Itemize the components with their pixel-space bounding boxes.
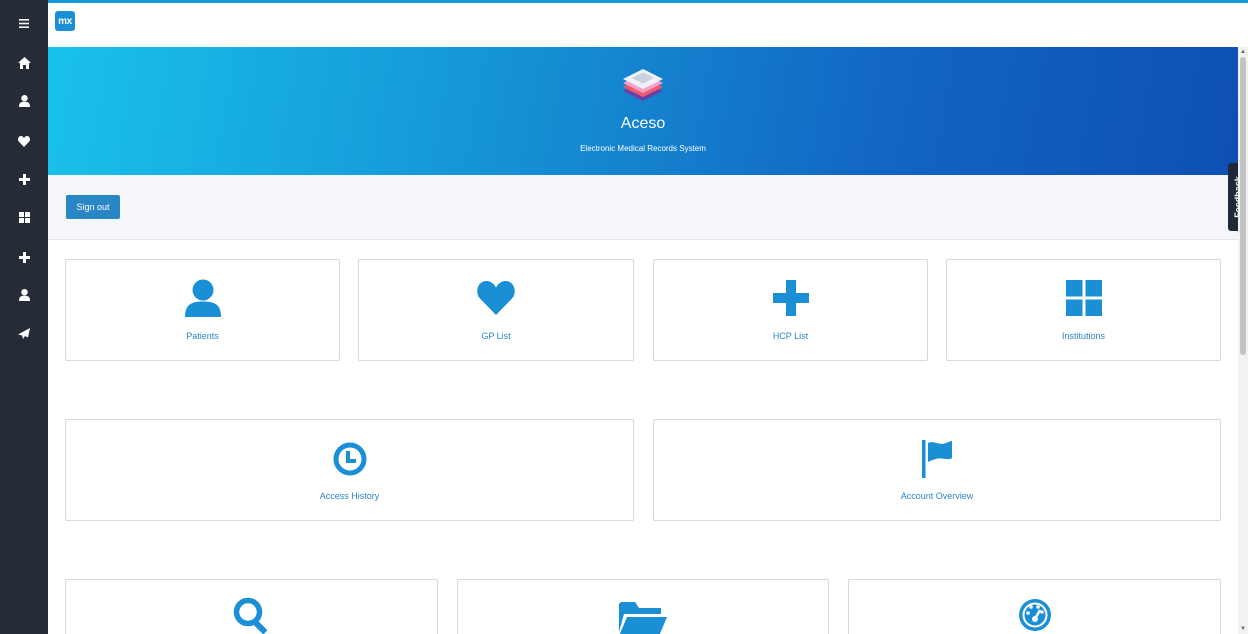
top-bar: mx [48,0,1248,47]
sign-out-button[interactable]: Sign out [66,195,120,219]
tile-account-overview[interactable]: Account Overview [653,419,1221,521]
flag-icon [922,440,952,478]
sidebar-menu-toggle[interactable] [0,4,48,42]
paper-plane-icon [18,327,30,339]
sidebar-item-add[interactable] [0,238,48,276]
scroll-down-arrow-icon[interactable]: ▼ [1238,624,1248,634]
sidebar-item-patients[interactable] [0,82,48,120]
tile-patients[interactable]: Patients [65,259,340,361]
tile-label: Institutions [1061,331,1106,341]
sidebar-item-institutions[interactable] [0,198,48,236]
tile-label: Access History [319,491,380,501]
clock-icon [333,442,366,476]
scroll-thumb[interactable] [1240,57,1246,355]
folder-open-icon [619,602,667,634]
sidebar-nav [0,0,48,634]
user-icon [18,289,30,301]
tile-label: HCP List [772,331,809,341]
page-scrollbar[interactable]: ▲ ▼ [1238,47,1248,634]
sidebar-item-send[interactable] [0,314,48,352]
tile-gp-list[interactable]: GP List [358,259,634,361]
tile-institutions[interactable]: Institutions [946,259,1221,361]
tile-records[interactable] [457,579,829,634]
tile-label: GP List [481,331,511,341]
sidebar-item-gp-list[interactable] [0,122,48,160]
tile-hcp-list[interactable]: HCP List [653,259,928,361]
tile-access-history[interactable]: Access History [65,419,634,521]
user-icon [18,95,30,107]
grid-icon [18,211,30,223]
app-title: Aceso [620,115,666,132]
plus-icon [18,251,30,263]
user-icon [184,279,221,317]
sidebar-item-account[interactable] [0,276,48,314]
action-bar: Sign out [48,175,1238,240]
search-icon [233,597,267,634]
stacked-records-logo-icon [623,69,663,101]
sidebar-item-home[interactable] [0,44,48,82]
scroll-up-arrow-icon[interactable]: ▲ [1238,47,1248,57]
app-subtitle: Electronic Medical Records System [580,144,706,153]
tile-dashboard[interactable] [848,579,1221,634]
mendix-logo[interactable]: mx [55,11,75,31]
sidebar-item-hcp-list[interactable] [0,160,48,198]
heart-icon [477,281,515,315]
dashboard-icon [1018,599,1051,631]
plus-icon [772,280,809,316]
tile-label: Account Overview [900,491,974,501]
menu-icon [19,18,29,28]
grid-icon [1065,280,1102,316]
home-icon [17,57,31,69]
hero-banner: Aceso Electronic Medical Records System [48,47,1238,175]
heart-icon [18,135,30,147]
plus-icon [18,173,30,185]
tile-search[interactable] [65,579,438,634]
tile-label: Patients [186,331,219,341]
